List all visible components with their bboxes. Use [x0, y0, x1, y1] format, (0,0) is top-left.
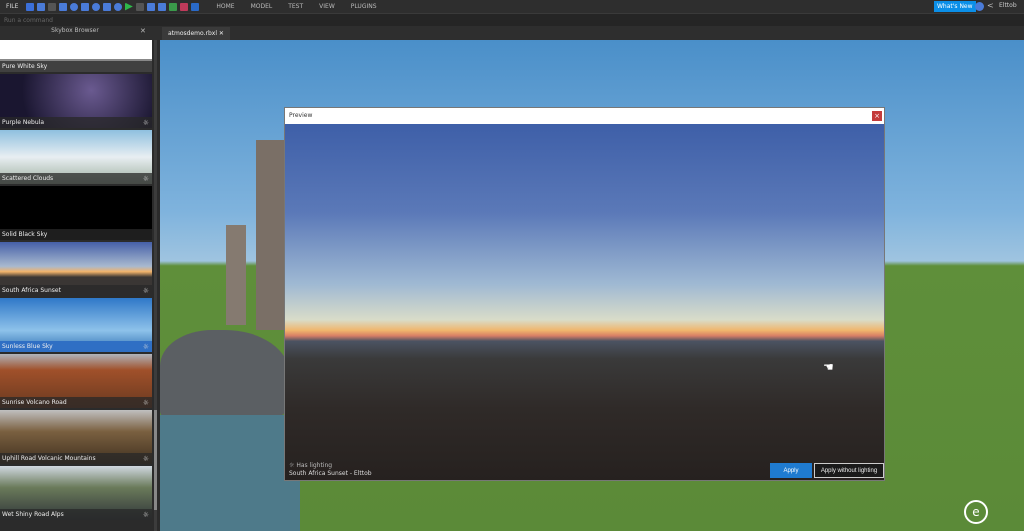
command-input[interactable]: Run a command [0, 13, 1024, 26]
rotate-tool-icon[interactable] [58, 2, 67, 11]
skybox-browser: Pure White Sky Purple Nebula ☼ Scattered Cl… [0, 40, 160, 531]
sun-icon: ☼ [289, 462, 295, 469]
plugin-icon[interactable] [146, 2, 155, 11]
sun-icon: ☼ [142, 455, 149, 463]
sidebar-close-icon[interactable]: ✕ [140, 27, 146, 35]
skybox-item[interactable]: Purple Nebula ☼ [0, 74, 152, 128]
sphere-icon[interactable] [91, 2, 100, 11]
menu-plugins[interactable]: PLUGINS [351, 3, 377, 10]
whats-new-button[interactable]: What's New [934, 1, 976, 12]
skybox-item[interactable]: Sunrise Volcano Road ☼ [0, 354, 152, 408]
gear-icon[interactable] [113, 2, 122, 11]
play-icon[interactable] [124, 2, 133, 11]
sun-icon: ☼ [142, 119, 149, 127]
sun-icon: ☼ [142, 175, 149, 183]
part-icon[interactable] [69, 2, 78, 11]
ribbon-bar: FILE HOME MODEL TEST VIEW PLUGINS [0, 0, 1024, 13]
skybox-item-label: Sunrise Volcano Road [0, 397, 152, 408]
move-tool-icon[interactable] [36, 2, 45, 11]
skybox-item[interactable]: Pure White Sky [0, 40, 152, 72]
sidebar-title: Skybox Browser [51, 27, 99, 34]
skybox-item[interactable]: Scattered Clouds ☼ [0, 130, 152, 184]
water [160, 415, 300, 531]
skybox-item-label: Pure White Sky [0, 61, 152, 72]
plugin-run-icon[interactable] [157, 2, 166, 11]
select-tool-icon[interactable] [25, 2, 34, 11]
has-lighting-text: Has lighting [296, 462, 333, 469]
plugin-blue-icon[interactable] [190, 2, 199, 11]
apply-button[interactable]: Apply [770, 463, 812, 478]
menu-home[interactable]: HOME [216, 3, 234, 10]
skybox-item[interactable]: Wet Shiny Road Alps ☼ [0, 466, 152, 520]
cylinder-icon[interactable] [80, 2, 89, 11]
skybox-item-label: South Africa Sunset [0, 285, 152, 296]
castle-tower [256, 140, 284, 330]
sun-icon: ☼ [142, 511, 149, 519]
skybox-item-label: Solid Black Sky [0, 229, 152, 240]
skybox-item-label: Wet Shiny Road Alps [0, 509, 152, 520]
skybox-item-label: Sunless Blue Sky [0, 341, 152, 352]
menu-model[interactable]: MODEL [251, 3, 273, 10]
user-name[interactable]: Elttob [999, 2, 1017, 9]
skybox-credit: South Africa Sunset - Elttob [289, 470, 372, 477]
skybox-item[interactable]: Sunless Blue Sky ☼ [0, 298, 152, 352]
rock [160, 330, 290, 420]
skybox-item[interactable]: South Africa Sunset ☼ [0, 242, 152, 296]
apply-without-lighting-button[interactable]: Apply without lighting [814, 463, 884, 478]
preview-title: Preview [289, 112, 313, 119]
skybox-item-label: Purple Nebula [0, 117, 152, 128]
stop-icon[interactable] [135, 2, 144, 11]
tab-label: atmosdemo.rbxl [168, 30, 217, 37]
plugin-red-icon[interactable] [179, 2, 188, 11]
plugin-green-icon[interactable] [168, 2, 177, 11]
help-icon[interactable] [975, 2, 984, 11]
skybox-preview-image: ☼ Has lighting South Africa Sunset - Elt… [285, 124, 884, 480]
has-lighting-label: ☼ Has lighting [289, 462, 332, 469]
menu-view[interactable]: VIEW [319, 3, 335, 10]
preview-dialog: Preview × ☼ Has lighting South Africa Sun… [284, 107, 885, 481]
hand-cursor-icon: ☚ [823, 360, 834, 374]
sun-icon: ☼ [142, 399, 149, 407]
wedge-icon[interactable] [102, 2, 111, 11]
menu-test[interactable]: TEST [288, 3, 303, 10]
sun-icon: ☼ [142, 287, 149, 295]
tab-atmosdemo[interactable]: atmosdemo.rbxl ✕ [162, 27, 230, 40]
share-icon[interactable]: < [987, 1, 994, 10]
skybox-item-label: Scattered Clouds [0, 173, 152, 184]
skybox-item[interactable]: Solid Black Sky [0, 186, 152, 240]
sun-icon: ☼ [142, 343, 149, 351]
skybox-item-label: Uphill Road Volcanic Mountains [0, 453, 152, 464]
tab-strip [0, 26, 1024, 40]
skybox-item[interactable]: Uphill Road Volcanic Mountains ☼ [0, 410, 152, 464]
scale-tool-icon[interactable] [47, 2, 56, 11]
close-button[interactable]: × [872, 111, 882, 121]
logo-icon: e [964, 500, 988, 524]
file-menu[interactable]: FILE [0, 3, 24, 10]
sidebar-scrollbar[interactable] [154, 40, 157, 531]
castle-tower [226, 225, 246, 325]
